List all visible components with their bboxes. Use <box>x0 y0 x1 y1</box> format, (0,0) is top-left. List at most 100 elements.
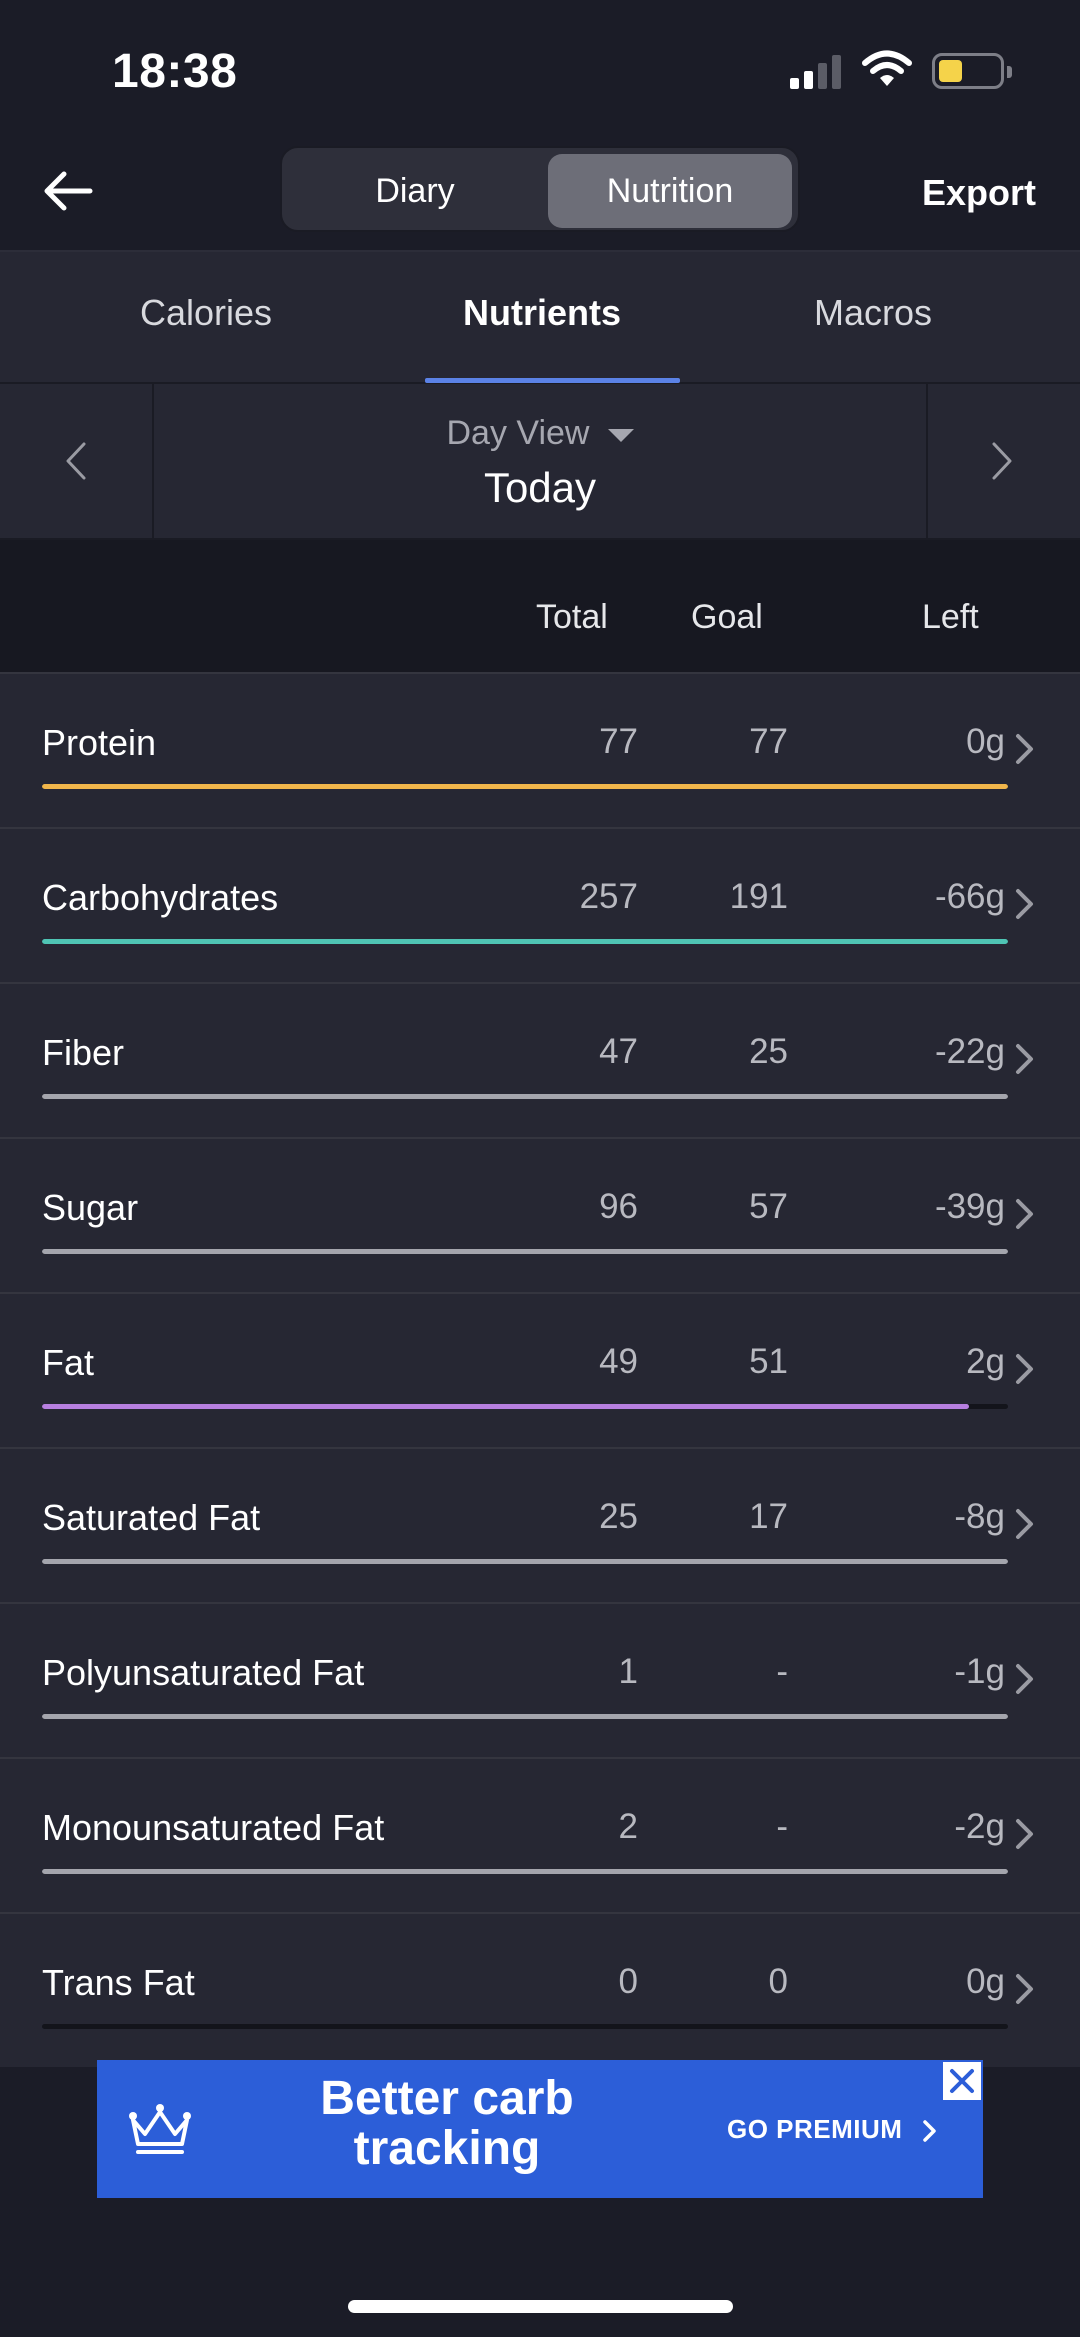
crown-icon <box>129 2104 191 2154</box>
diary-nutrition-switch: Diary Nutrition <box>280 146 800 232</box>
nutrient-left: 2g <box>966 1342 1005 1381</box>
nutrient-total: 47 <box>599 1032 638 1071</box>
nutrient-goal: 0 <box>768 1962 788 2001</box>
nutrient-total: 96 <box>599 1187 638 1226</box>
segment-nutrition[interactable]: Nutrition <box>548 154 792 228</box>
tab-macros[interactable]: Macros <box>814 292 932 334</box>
day-view-label: Day View <box>446 414 590 452</box>
column-goal: Goal <box>691 598 763 636</box>
nutrient-row[interactable]: Saturated Fat 25 17 -8g <box>0 1447 1080 1602</box>
progress-bar <box>42 939 1008 944</box>
nutrient-left: -22g <box>934 1032 1005 1071</box>
go-premium-button[interactable]: GO PREMIUM <box>727 2114 938 2145</box>
chevron-right-icon <box>1016 1199 1033 1229</box>
cellular-signal-icon <box>790 55 842 89</box>
progress-track <box>42 1714 1008 1719</box>
chevron-right-icon <box>1016 1354 1033 1384</box>
go-premium-label: GO PREMIUM <box>727 2114 903 2144</box>
nutrition-tabs: Calories Nutrients Macros <box>0 252 1080 384</box>
nutrient-goal: - <box>776 1652 788 1691</box>
nutrient-goal: 25 <box>749 1032 788 1071</box>
chevron-right-icon <box>1016 1819 1033 1849</box>
wifi-icon <box>862 50 912 86</box>
battery-icon <box>932 53 1012 89</box>
progress-bar <box>42 1404 970 1409</box>
status-time: 18:38 <box>112 45 238 98</box>
chevron-right-icon <box>923 2120 936 2142</box>
progress-bar <box>42 1094 1008 1099</box>
chevron-right-icon <box>1016 1044 1033 1074</box>
active-tab-indicator <box>425 378 680 383</box>
nutrient-goal: 51 <box>749 1342 788 1381</box>
back-arrow-icon[interactable] <box>38 161 98 221</box>
chevron-right-icon <box>1016 889 1033 919</box>
column-header: Total Goal Left <box>0 540 1080 672</box>
nutrient-row[interactable]: Monounsaturated Fat 2 - -2g <box>0 1757 1080 1912</box>
ad-headline: Better carb tracking <box>320 2072 574 2175</box>
nutrient-row[interactable]: Protein 77 77 0g <box>0 672 1080 827</box>
progress-bar <box>42 784 1008 789</box>
day-view-dropdown[interactable]: Day View <box>0 414 1080 453</box>
nutrient-goal: 191 <box>729 877 788 916</box>
progress-track <box>42 1559 1008 1564</box>
tab-calories[interactable]: Calories <box>140 292 272 334</box>
ad-close-button[interactable] <box>941 2060 983 2102</box>
nutrient-total: 257 <box>579 877 638 916</box>
nutrient-left: -8g <box>954 1497 1005 1536</box>
nutrient-row[interactable]: Fiber 47 25 -22g <box>0 982 1080 1137</box>
nutrient-goal: 77 <box>749 722 788 761</box>
column-left: Left <box>922 598 979 636</box>
tab-nutrients[interactable]: Nutrients <box>463 292 621 334</box>
progress-track <box>42 1249 1008 1254</box>
nutrient-name: Sugar <box>42 1187 139 1228</box>
segment-diary[interactable]: Diary <box>288 154 542 228</box>
nutrient-goal: 17 <box>749 1497 788 1536</box>
nutrient-goal: - <box>776 1807 788 1846</box>
nutrient-row[interactable]: Sugar 96 57 -39g <box>0 1137 1080 1292</box>
status-bar: 18:38 <box>0 0 1080 130</box>
nutrient-name: Polyunsaturated Fat <box>42 1652 365 1693</box>
nutrient-row[interactable]: Carbohydrates 257 191 -66g <box>0 827 1080 982</box>
progress-bar <box>42 1714 1008 1719</box>
nutrient-name: Protein <box>42 722 157 763</box>
nutrient-name: Saturated Fat <box>42 1497 261 1538</box>
caret-down-icon <box>607 428 634 442</box>
nutrient-left: -39g <box>934 1187 1005 1226</box>
progress-bar <box>42 1559 1008 1564</box>
nutrient-left: -66g <box>934 877 1005 916</box>
nutrient-row[interactable]: Fat 49 51 2g <box>0 1292 1080 1447</box>
progress-track <box>42 1094 1008 1099</box>
chevron-right-icon <box>1016 1664 1033 1694</box>
close-icon <box>950 2069 974 2093</box>
previous-day-button[interactable] <box>0 384 154 540</box>
chevron-right-icon <box>1016 1974 1033 2004</box>
home-indicator <box>348 2300 733 2313</box>
next-day-button[interactable] <box>926 384 1080 540</box>
nutrient-total: 25 <box>599 1497 638 1536</box>
nutrient-total: 1 <box>618 1652 638 1691</box>
progress-track <box>42 939 1008 944</box>
nutrient-total: 2 <box>618 1807 638 1846</box>
date-navigator: Day View Today <box>0 384 1080 540</box>
progress-track <box>42 1404 1008 1409</box>
progress-track <box>42 2024 1008 2029</box>
progress-bar <box>42 1869 1008 1874</box>
nutrient-name: Monounsaturated Fat <box>42 1807 385 1848</box>
premium-ad-banner[interactable]: Better carb tracking GO PREMIUM <box>97 2060 983 2198</box>
nutrient-row[interactable]: Trans Fat 0 0 0g <box>0 1912 1080 2067</box>
chevron-right-icon <box>1016 1509 1033 1539</box>
progress-track <box>42 784 1008 789</box>
export-button[interactable]: Export <box>922 172 1036 214</box>
nutrient-left: 0g <box>966 1962 1005 2001</box>
nutrient-name: Fat <box>42 1342 95 1383</box>
progress-bar <box>42 1249 1008 1254</box>
nutrient-name: Fiber <box>42 1032 125 1073</box>
progress-track <box>42 1869 1008 1874</box>
nutrient-row[interactable]: Polyunsaturated Fat 1 - -1g <box>0 1602 1080 1757</box>
top-nav: Diary Nutrition Export <box>0 130 1080 252</box>
chevron-right-icon <box>1016 734 1033 764</box>
nutrient-total: 49 <box>599 1342 638 1381</box>
nutrient-left: -2g <box>954 1807 1005 1846</box>
nutrient-left: -1g <box>954 1652 1005 1691</box>
nutrient-name: Trans Fat <box>42 1962 195 2003</box>
